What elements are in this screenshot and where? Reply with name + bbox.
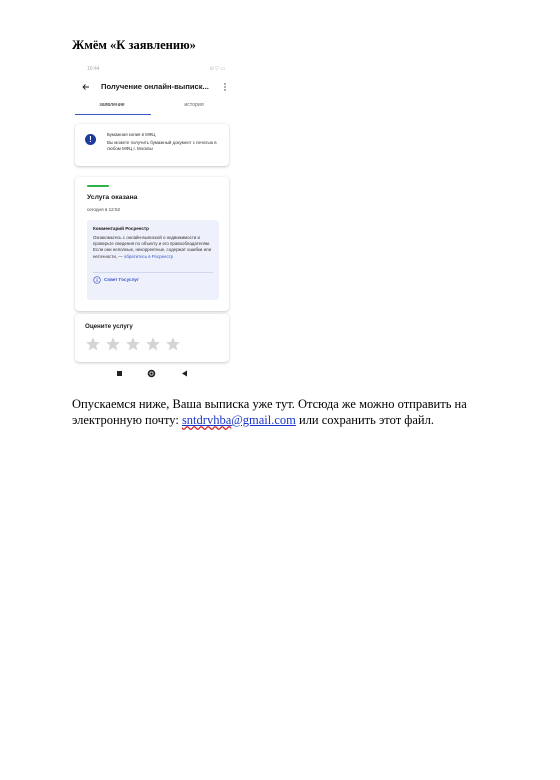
page-heading: Жмём «К заявлению»: [72, 38, 196, 52]
comment-divider: [93, 272, 213, 273]
tab-application[interactable]: заявление: [73, 102, 151, 108]
info-card: ! Бумажная копия в МФЦ Вы можете получит…: [75, 124, 229, 166]
paragraph-text-after: или сохранить этот файл.: [295, 413, 434, 427]
app-bar-title: Получение онлайн-выписк...: [101, 82, 209, 91]
rating-card: Оцените услугу: [75, 314, 229, 362]
body-paragraph: Опускаемся ниже, Ваша выписка уже тут. О…: [72, 396, 522, 428]
advice-info-icon: [93, 276, 101, 284]
star-icon[interactable]: [165, 336, 181, 352]
comment-text: Ознакомьтесь с онлайн-выпиской о недвижи…: [93, 235, 215, 260]
more-vert-icon[interactable]: [223, 82, 227, 92]
active-tab-indicator: [75, 114, 151, 116]
system-nav-bar: [73, 368, 233, 380]
info-card-title: Бумажная копия в МФЦ: [107, 132, 156, 137]
back-arrow-icon[interactable]: [81, 82, 91, 92]
email-flagged-part: sntdrvhba: [181, 413, 232, 427]
phone-screenshot: 10:44 ⊙ ▽ ▭ Получение онлайн-выписк... з…: [73, 62, 233, 384]
comment-title: Комментарий Росреестр: [93, 226, 149, 231]
status-progress-bar: [87, 185, 109, 187]
nav-home-icon[interactable]: [147, 369, 156, 378]
star-icon[interactable]: [145, 336, 161, 352]
star-icon[interactable]: [85, 336, 101, 352]
contact-rosreestr-link[interactable]: обратитесь в Росреестр: [124, 254, 173, 259]
status-icons: ⊙ ▽ ▭: [209, 66, 225, 72]
rating-title: Оцените услугу: [85, 323, 133, 330]
email-domain: @gmail.com: [231, 413, 296, 427]
info-card-text: Вы можете получить бумажный документ с п…: [107, 140, 217, 151]
rating-stars: [85, 336, 181, 352]
comment-box: Комментарий Росреестр Ознакомьтесь с онл…: [87, 220, 219, 300]
status-time: 10:44: [87, 66, 100, 72]
service-status-title: Услуга оказана: [87, 194, 138, 201]
status-bar: 10:44 ⊙ ▽ ▭: [87, 66, 225, 74]
nav-square-icon[interactable]: [117, 371, 122, 376]
tab-bar: заявление история: [73, 100, 233, 116]
service-status-time: сегодня в 12:52: [87, 207, 121, 212]
nav-back-icon[interactable]: [180, 369, 189, 378]
email-link[interactable]: sntdrvhba@gmail.com: [182, 413, 296, 427]
star-icon[interactable]: [125, 336, 141, 352]
service-status-card: Услуга оказана сегодня в 12:52 Комментар…: [75, 177, 229, 311]
advice-link[interactable]: Совет Госуслуг: [104, 277, 139, 282]
info-icon: !: [85, 134, 96, 145]
app-bar: Получение онлайн-выписк...: [73, 80, 233, 96]
tab-history[interactable]: история: [155, 102, 233, 108]
star-icon[interactable]: [105, 336, 121, 352]
